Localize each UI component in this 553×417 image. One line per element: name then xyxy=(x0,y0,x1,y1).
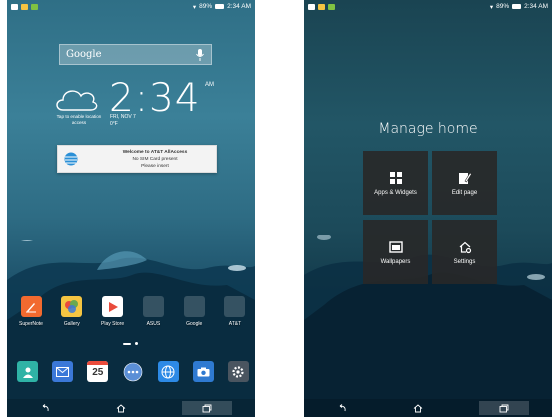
wallpapers-icon xyxy=(388,240,403,253)
home-icon xyxy=(116,403,126,412)
water-splash-wallpaper xyxy=(304,235,552,417)
browser-icon[interactable] xyxy=(157,361,179,382)
battery-icon xyxy=(215,4,225,9)
notification-icon xyxy=(31,3,38,10)
weather-hint: Tap to enable location access xyxy=(56,114,102,125)
google-search-bar[interactable]: Google xyxy=(59,44,212,65)
recent-apps-button[interactable] xyxy=(479,401,529,415)
notification-icon xyxy=(308,3,315,10)
settings-tile[interactable]: Settings xyxy=(432,220,497,284)
email-icon[interactable] xyxy=(52,361,74,382)
notification-icon xyxy=(318,3,325,10)
clock-ampm: AM xyxy=(205,82,214,88)
google-folder-icon xyxy=(183,296,205,317)
notification-icon xyxy=(328,3,335,10)
page-indicator xyxy=(123,342,138,345)
back-button[interactable] xyxy=(327,401,357,415)
settings-icon[interactable] xyxy=(227,361,249,382)
back-button[interactable] xyxy=(30,401,60,415)
wifi-icon: ▾ xyxy=(192,3,197,11)
microphone-icon[interactable] xyxy=(195,48,205,61)
manage-home-screen: ▾ 89% 2:34 AM Manage home Apps & Widgets… xyxy=(304,0,552,417)
home-button[interactable] xyxy=(106,401,136,415)
back-icon xyxy=(42,404,49,412)
dock: 25 xyxy=(17,361,249,382)
app-label: Gallery xyxy=(63,321,80,327)
apps-widgets-tile[interactable]: Apps & Widgets xyxy=(363,151,428,215)
battery-percent: 89% xyxy=(199,3,213,10)
notice-line: Please insert xyxy=(141,164,169,169)
back-icon xyxy=(339,404,346,412)
page-dot xyxy=(135,342,138,345)
tile-label: Settings xyxy=(453,258,476,265)
att-folder-icon xyxy=(224,296,246,317)
tile-label: Apps & Widgets xyxy=(374,189,417,196)
notification-icon xyxy=(11,3,18,10)
battery-percent: 89% xyxy=(496,3,510,10)
tile-label: Edit page xyxy=(451,189,478,196)
wallpapers-tile[interactable]: Wallpapers xyxy=(363,220,428,284)
wifi-icon: ▾ xyxy=(489,3,494,11)
app-label: SuperNote xyxy=(19,321,43,327)
search-placeholder: Google xyxy=(66,49,102,60)
gallery-icon xyxy=(61,296,83,317)
app-folder-google[interactable]: Google xyxy=(178,296,210,327)
contacts-icon[interactable] xyxy=(17,361,38,382)
water-splash-wallpaper xyxy=(7,240,255,417)
calendar-icon[interactable]: 25 xyxy=(87,361,109,382)
att-welcome-widget[interactable]: Welcome to AT&T AllAccess No SIM Card pr… xyxy=(57,145,217,173)
clock-weather-widget[interactable]: Tap to enable location access 2:34 AM FR… xyxy=(53,76,233,140)
supernote-icon xyxy=(20,296,42,317)
app-row: SuperNote Gallery Play Store ASUS Google… xyxy=(15,296,251,327)
edit-page-icon xyxy=(458,172,472,184)
app-label: AT&T xyxy=(228,321,242,327)
calendar-day: 25 xyxy=(92,367,104,378)
app-gallery[interactable]: Gallery xyxy=(56,296,88,327)
cloud-icon xyxy=(56,90,98,111)
app-label: Google xyxy=(186,321,203,327)
status-time: 2:34 AM xyxy=(227,3,251,10)
notice-line: No SIM Card present xyxy=(132,157,178,162)
status-bar: ▾ 89% 2:34 AM xyxy=(304,0,552,13)
app-label: ASUS xyxy=(146,321,161,327)
status-bar: ▾ 89% 2:34 AM xyxy=(7,0,255,13)
tile-label: Wallpapers xyxy=(380,258,411,265)
page-dot-active xyxy=(123,342,131,345)
clock-date: FRI, NOV 7 0°F xyxy=(110,114,136,127)
home-screen: ▾ 89% 2:34 AM Google Tap to enable locat… xyxy=(7,0,255,417)
app-folder-asus[interactable]: ASUS xyxy=(137,296,169,327)
recent-apps-icon xyxy=(202,404,212,412)
status-time: 2:34 AM xyxy=(524,3,548,10)
all-apps-icon[interactable] xyxy=(122,361,143,382)
home-button[interactable] xyxy=(403,401,433,415)
recent-apps-button[interactable] xyxy=(182,401,232,415)
manage-home-title: Manage home xyxy=(378,121,478,137)
play-store-icon xyxy=(102,296,124,317)
navigation-bar xyxy=(304,399,552,417)
battery-icon xyxy=(512,4,522,9)
app-play-store[interactable]: Play Store xyxy=(97,296,129,327)
notification-icon xyxy=(21,3,28,10)
date-line: FRI, NOV 7 xyxy=(110,114,136,120)
apps-widgets-icon xyxy=(389,171,402,184)
edit-page-tile[interactable]: Edit page xyxy=(432,151,497,215)
app-supernote[interactable]: SuperNote xyxy=(15,296,47,327)
app-folder-att[interactable]: AT&T xyxy=(219,296,251,327)
asus-folder-icon xyxy=(142,296,164,317)
navigation-bar xyxy=(7,399,255,417)
att-logo-icon xyxy=(64,152,78,166)
recent-apps-icon xyxy=(499,404,509,412)
home-icon xyxy=(413,403,423,412)
temperature: 0°F xyxy=(110,120,118,127)
home-settings-icon xyxy=(459,241,471,253)
notice-title: Welcome to AT&T AllAccess xyxy=(122,150,188,155)
app-label: Play Store xyxy=(101,321,125,327)
camera-icon[interactable] xyxy=(192,361,214,382)
